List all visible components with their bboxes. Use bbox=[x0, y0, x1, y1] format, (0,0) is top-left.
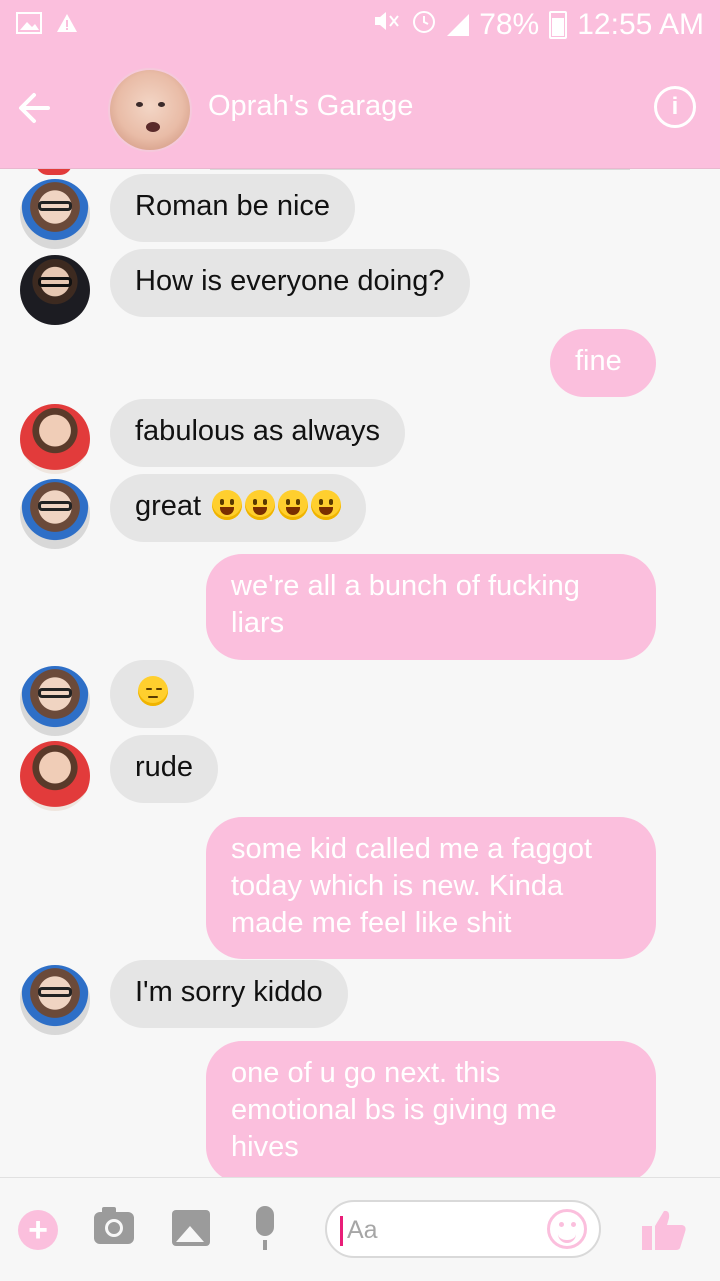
avatar[interactable] bbox=[20, 965, 90, 1035]
message-bubble[interactable]: great bbox=[110, 474, 367, 542]
status-bar: 78% 12:55 AM bbox=[0, 0, 720, 50]
avatar[interactable] bbox=[20, 404, 90, 474]
plus-icon[interactable]: + bbox=[18, 1210, 58, 1250]
grinning-emoji-icon bbox=[311, 490, 342, 520]
battery-icon bbox=[549, 11, 568, 39]
thumbs-up-icon[interactable] bbox=[640, 1208, 688, 1252]
battery-percent: 78% bbox=[479, 8, 540, 41]
signal-icon bbox=[447, 14, 470, 36]
message-input[interactable]: Aa bbox=[325, 1200, 601, 1258]
back-button[interactable] bbox=[14, 86, 58, 130]
chat-title[interactable]: Oprah's Garage bbox=[208, 90, 413, 123]
warning-icon bbox=[56, 13, 78, 38]
avatar[interactable] bbox=[20, 255, 90, 325]
clock-time: 12:55 AM bbox=[577, 8, 704, 41]
message-bubble[interactable]: How is everyone doing? bbox=[110, 249, 470, 317]
alarm-icon bbox=[411, 8, 437, 42]
grinning-emoji-icon bbox=[212, 490, 243, 520]
avatar[interactable] bbox=[20, 179, 90, 249]
microphone-icon[interactable] bbox=[256, 1206, 274, 1250]
message-bubble[interactable]: rude bbox=[110, 735, 219, 803]
message-text: I'm sorry kiddo bbox=[135, 976, 323, 1008]
message-bubble[interactable]: fine bbox=[550, 329, 656, 397]
partial-avatar bbox=[36, 169, 72, 175]
text-caret bbox=[340, 1216, 343, 1246]
message-text: one of u go next. this emotional bs is g… bbox=[231, 1057, 557, 1163]
message-bubble[interactable]: one of u go next. this emotional bs is g… bbox=[206, 1041, 656, 1177]
grinning-emoji-icon bbox=[278, 490, 309, 520]
composer-bar: + Aa bbox=[0, 1177, 720, 1281]
message-text: we're all a bunch of fucking liars bbox=[231, 570, 580, 639]
message-text: some kid called me a faggot today which … bbox=[231, 833, 593, 939]
message-text: fabulous as always bbox=[135, 415, 381, 447]
message-bubble[interactable]: I'm sorry kiddo bbox=[110, 960, 348, 1028]
gallery-icon[interactable] bbox=[172, 1210, 210, 1246]
message-text: Roman be nice bbox=[135, 190, 331, 222]
group-avatar[interactable] bbox=[108, 68, 192, 152]
divider bbox=[210, 169, 630, 170]
message-text: fine bbox=[575, 345, 622, 377]
grinning-emoji-icon bbox=[245, 490, 276, 520]
avatar[interactable] bbox=[20, 666, 90, 736]
pensive-emoji-icon bbox=[138, 676, 168, 706]
message-bubble[interactable]: some kid called me a faggot today which … bbox=[206, 817, 656, 959]
camera-icon[interactable] bbox=[94, 1207, 134, 1244]
message-text: How is everyone doing? bbox=[135, 265, 445, 297]
input-placeholder: Aa bbox=[347, 1216, 378, 1244]
message-bubble[interactable]: we're all a bunch of fucking liars bbox=[206, 554, 656, 660]
message-text: rude bbox=[135, 751, 194, 783]
gallery-notification-icon bbox=[16, 12, 42, 39]
message-bubble[interactable]: fabulous as always bbox=[110, 399, 406, 467]
avatar[interactable] bbox=[20, 741, 90, 811]
mute-icon bbox=[371, 8, 401, 42]
message-list[interactable]: Roman be nice How is everyone doing? fin… bbox=[0, 169, 720, 1177]
info-icon[interactable]: i bbox=[654, 86, 696, 128]
message-bubble[interactable] bbox=[110, 660, 194, 728]
chat-header: Oprah's Garage i bbox=[0, 50, 720, 169]
message-text: great bbox=[135, 490, 202, 522]
emoji-icon[interactable] bbox=[547, 1209, 587, 1249]
avatar[interactable] bbox=[20, 479, 90, 549]
arrow-left-icon bbox=[19, 93, 50, 123]
message-bubble[interactable]: Roman be nice bbox=[110, 174, 356, 242]
